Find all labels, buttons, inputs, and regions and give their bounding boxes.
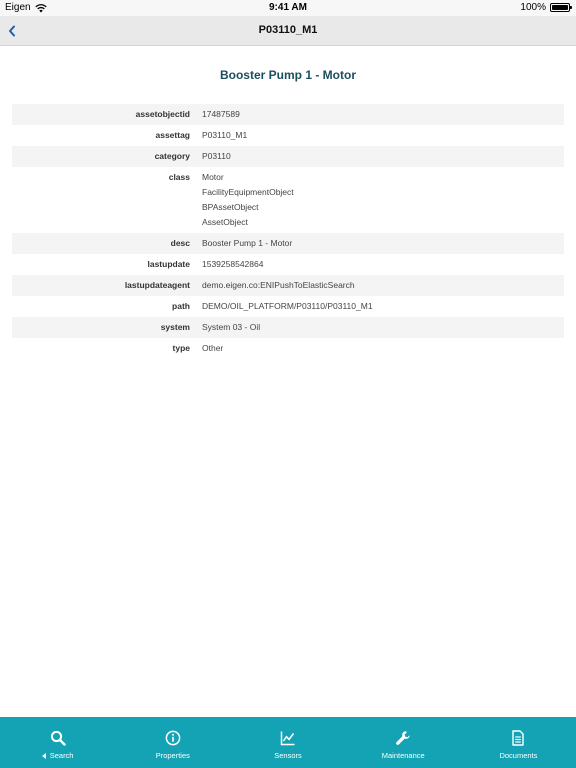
- property-row: assettag P03110_M1: [12, 125, 564, 146]
- document-icon: [512, 730, 525, 746]
- caret-left-icon: [41, 752, 46, 759]
- property-value: Motor: [202, 172, 224, 182]
- property-key: path: [172, 301, 190, 311]
- property-key: assettag: [155, 130, 191, 140]
- property-row: path DEMO/OIL_PLATFORM/P03110/P03110_M1: [12, 296, 564, 317]
- property-value: 17487589: [202, 109, 240, 119]
- property-key: lastupdateagent: [124, 280, 190, 290]
- wrench-icon: [396, 731, 411, 745]
- property-values: 17487589: [190, 107, 240, 122]
- tab-properties-label: Properties: [155, 751, 190, 760]
- page-title: Booster Pump 1 - Motor: [219, 68, 356, 82]
- property-values: Motor FacilityEquipmentObject BPAssetObjec…: [190, 170, 294, 230]
- tab-maintenance-label: Maintenance: [381, 751, 425, 760]
- property-values: Booster Pump 1 - Motor: [190, 236, 292, 251]
- tab-sensors-label: Sensors: [274, 751, 302, 760]
- property-values: P03110_M1: [190, 128, 247, 143]
- properties-list: assetobjectid 17487589 assettag P03110_M1ca…: [12, 104, 564, 359]
- tab-search-label-wrap: Search: [41, 751, 74, 760]
- navigation-bar: P03110_M1: [0, 16, 576, 46]
- property-key: class: [168, 172, 190, 182]
- search-icon: [50, 730, 66, 746]
- property-value: 1539258542864: [202, 259, 264, 269]
- property-value: DEMO/OIL_PLATFORM/P03110/P03110_M1: [202, 301, 373, 311]
- property-key: category: [154, 151, 190, 161]
- tab-documents[interactable]: Documents: [461, 717, 576, 768]
- property-key: assetobjectid: [135, 109, 190, 119]
- property-row: assetobjectid 17487589: [12, 104, 564, 125]
- property-value: AssetObject: [202, 217, 248, 227]
- tab-search[interactable]: Search: [0, 717, 115, 768]
- property-values: 1539258542864: [190, 257, 263, 272]
- property-key: desc: [170, 238, 190, 248]
- tab-documents-label: Documents: [499, 751, 538, 760]
- property-row: category P03110: [12, 146, 564, 167]
- property-values: demo.eigen.co:ENIPushToElasticSearch: [190, 278, 355, 293]
- property-values: DEMO/OIL_PLATFORM/P03110/P03110_M1: [190, 299, 373, 314]
- property-row: lastupdate 1539258542864: [12, 254, 564, 275]
- line-chart-icon: [280, 731, 295, 746]
- battery-icon: [550, 3, 572, 12]
- property-value: FacilityEquipmentObject: [202, 187, 294, 197]
- property-value: P03110: [202, 151, 231, 161]
- property-value: P03110_M1: [202, 130, 248, 140]
- tab-sensors[interactable]: Sensors: [230, 717, 345, 768]
- tab-bar: Search Properties Sensors Maintenance Do…: [0, 717, 576, 768]
- property-value: demo.eigen.co:ENIPushToElasticSearch: [202, 280, 355, 290]
- info-icon: [165, 730, 181, 746]
- property-values: System 03 - Oil: [190, 320, 260, 335]
- property-row: desc Booster Pump 1 - Motor: [12, 233, 564, 254]
- property-value: Other: [202, 343, 224, 353]
- tab-properties[interactable]: Properties: [115, 717, 230, 768]
- property-row: type Other: [12, 338, 564, 359]
- property-row: class Motor FacilityEquipmentObject BPAsset…: [12, 167, 564, 233]
- tab-search-label: Search: [49, 751, 74, 760]
- battery-percentage: 100%: [520, 2, 546, 13]
- nav-title: P03110_M1: [258, 24, 318, 36]
- status-time: 9:41 AM: [269, 2, 307, 13]
- property-key: system: [160, 322, 190, 332]
- property-values: Other: [190, 341, 223, 356]
- tab-maintenance[interactable]: Maintenance: [346, 717, 461, 768]
- property-value: Booster Pump 1 - Motor: [202, 238, 293, 248]
- property-row: system System 03 - Oil: [12, 317, 564, 338]
- property-key: type: [172, 343, 190, 353]
- property-value: BPAssetObject: [202, 202, 259, 212]
- property-key: lastupdate: [147, 259, 190, 269]
- property-row: lastupdateagent demo.eigen.co:ENIPushToEl…: [12, 275, 564, 296]
- status-bar: Eigen 9:41 AM 100%: [0, 0, 576, 16]
- status-right: 100%: [520, 2, 572, 13]
- property-values: P03110: [190, 149, 231, 164]
- property-value: System 03 - Oil: [202, 322, 261, 332]
